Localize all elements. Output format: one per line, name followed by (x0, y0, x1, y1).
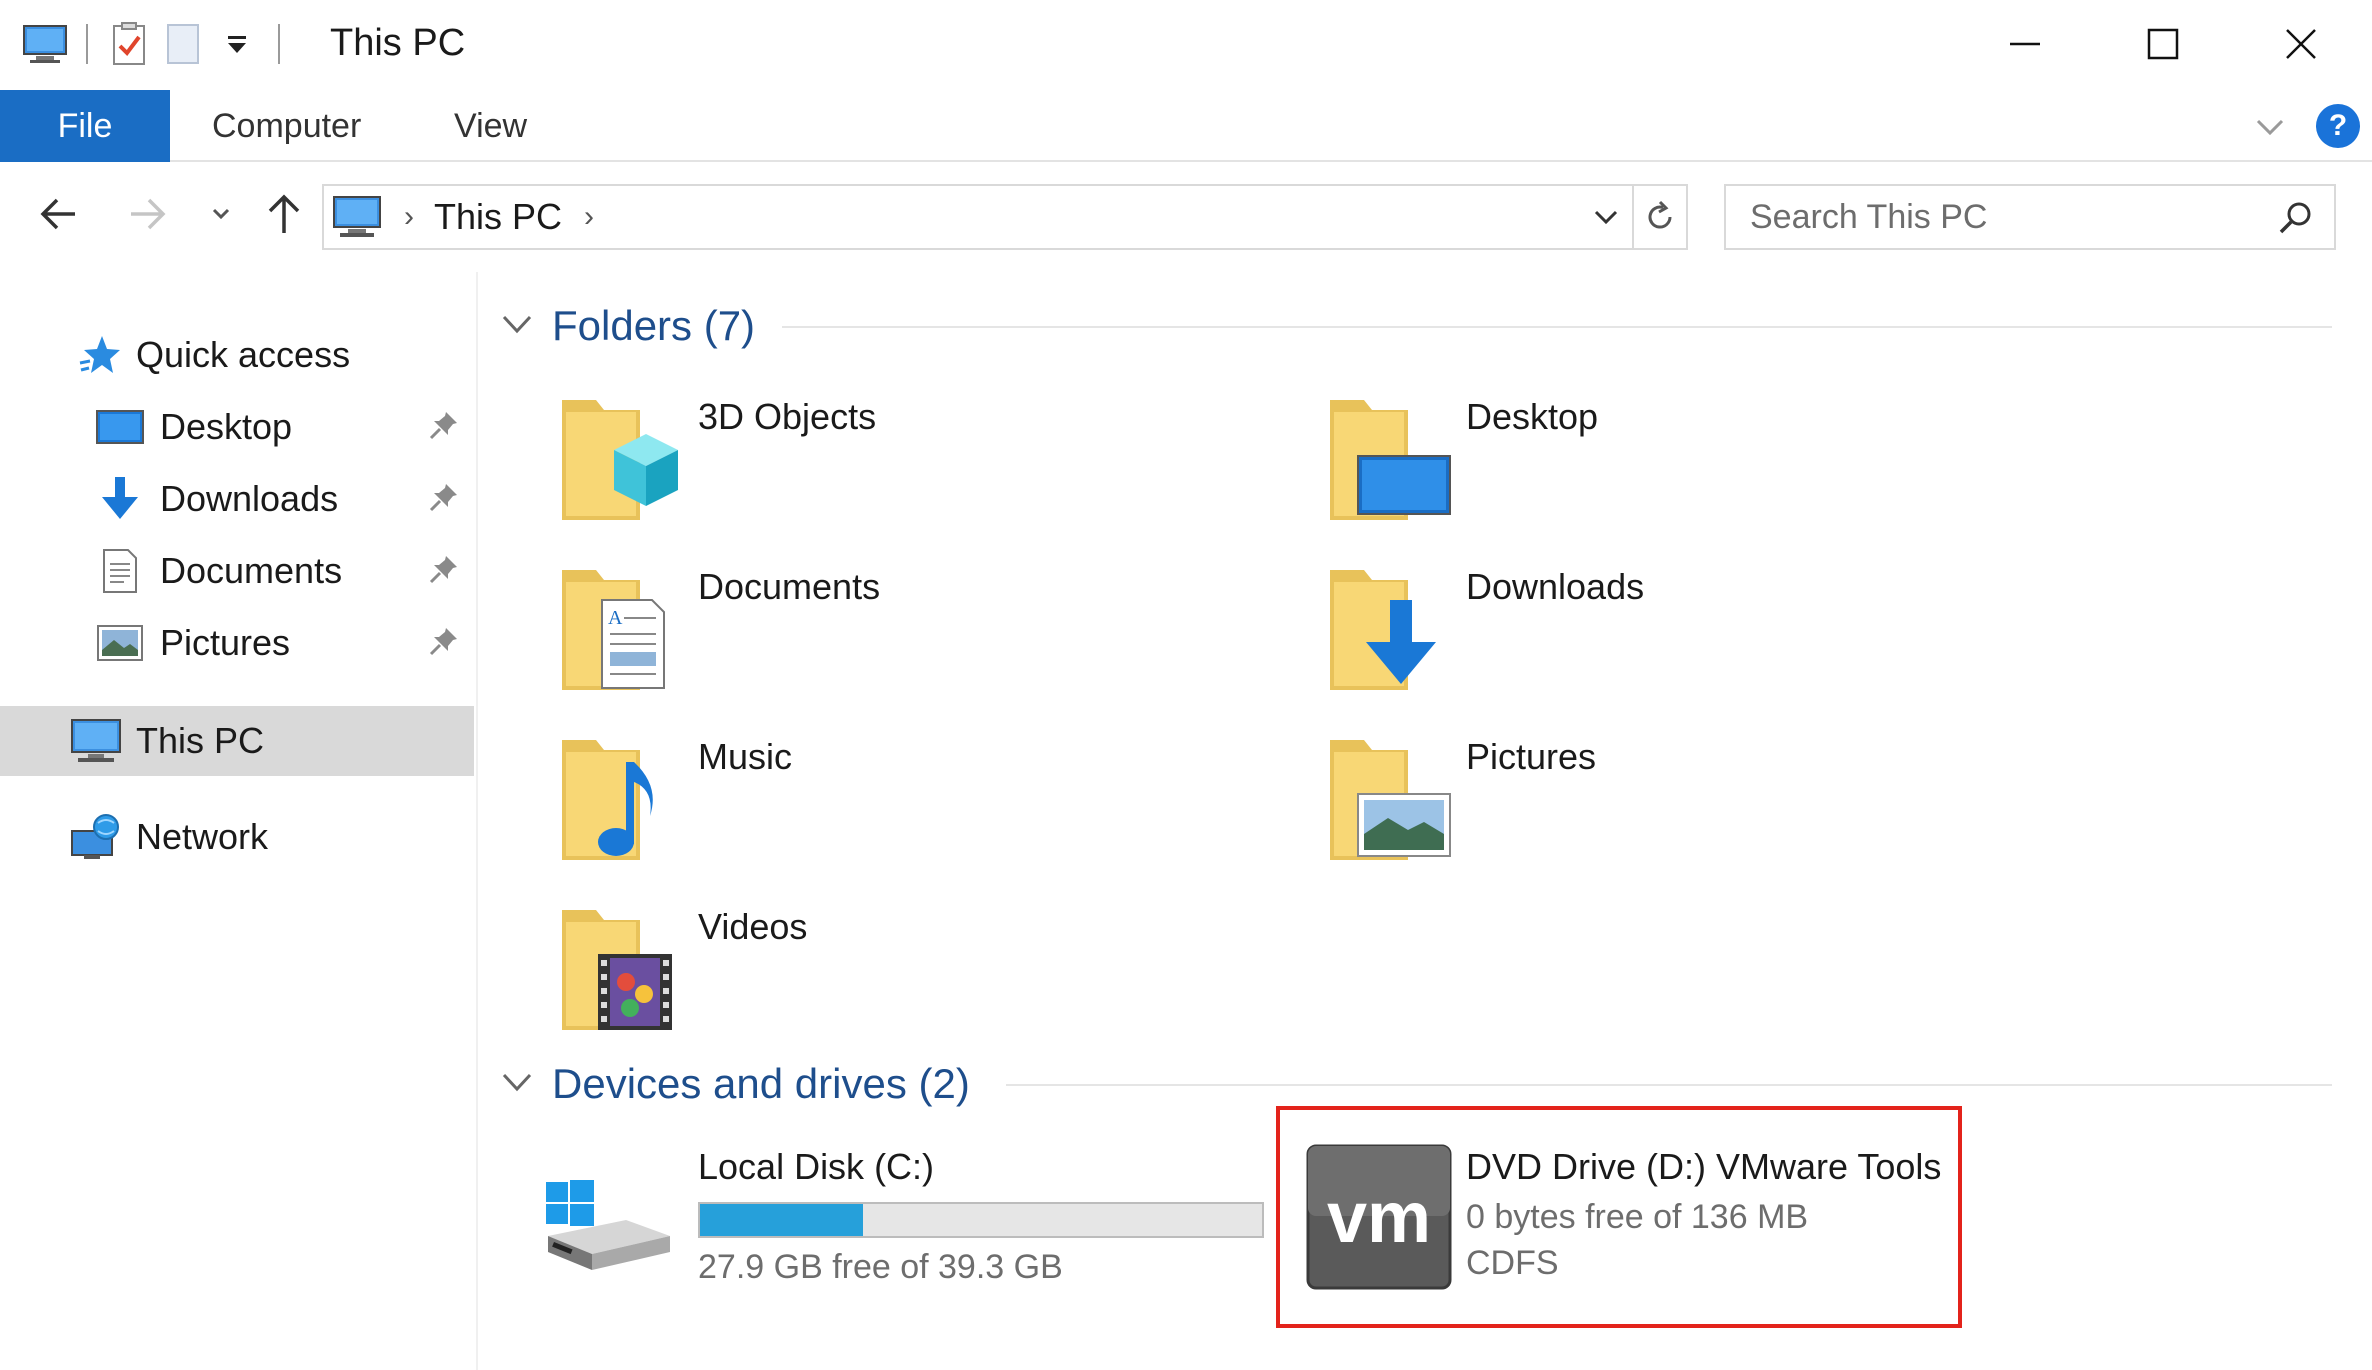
sidebar-item-label: Quick access (136, 334, 351, 375)
sidebar-item-label: Desktop (160, 406, 293, 447)
videos-folder-icon (560, 900, 690, 1040)
sidebar-item-label: Documents (160, 550, 343, 591)
star-icon (74, 329, 126, 381)
folder-3d-objects[interactable]: 3D Objects (560, 390, 1260, 540)
sidebar-item-desktop[interactable]: Desktop (0, 392, 474, 462)
group-divider (1006, 1084, 2332, 1086)
search-input[interactable] (1750, 197, 2250, 237)
sidebar-item-documents[interactable]: Documents (0, 536, 474, 606)
properties-icon[interactable] (102, 18, 156, 70)
search-icon[interactable] (2276, 198, 2316, 243)
group-divider (782, 326, 2332, 328)
computer-icon[interactable] (18, 18, 72, 70)
refresh-button[interactable] (1632, 186, 1686, 248)
group-title: Devices and drives (2) (552, 1060, 970, 1107)
svg-text:A: A (608, 607, 623, 629)
quick-access-toolbar (18, 18, 294, 70)
download-arrow-icon (94, 473, 146, 525)
folder-pictures[interactable]: Pictures (1328, 730, 2028, 880)
collapse-chevron-icon[interactable] (500, 307, 534, 346)
address-dropdown-button[interactable] (1582, 186, 1630, 248)
computer-icon (70, 715, 122, 767)
breadcrumb-separator-icon[interactable]: › (404, 200, 414, 234)
downloads-folder-icon (1328, 560, 1458, 700)
sidebar-item-network[interactable]: Network (0, 802, 474, 872)
folder-music[interactable]: Music (560, 730, 1260, 880)
pin-icon[interactable] (428, 409, 460, 446)
drive-usage-bar (698, 1202, 1264, 1238)
tab-computer[interactable]: Computer (212, 90, 361, 162)
drive-label: Local Disk (C:) (698, 1146, 935, 1187)
desktop-folder-icon (1328, 390, 1458, 530)
tab-view[interactable]: View (454, 90, 527, 162)
folder-label: Documents (698, 566, 881, 607)
devices-group-header[interactable]: Devices and drives (2) (500, 1054, 970, 1114)
ribbon-tabs: File Computer View ? (0, 90, 2372, 162)
close-button[interactable] (2232, 0, 2370, 88)
windows-drive-icon (540, 1140, 680, 1280)
window-title: This PC (330, 22, 466, 64)
maximize-button[interactable] (2094, 0, 2232, 88)
search-box[interactable] (1724, 184, 2336, 250)
network-icon (70, 811, 122, 863)
documents-folder-icon: A (560, 560, 690, 700)
address-bar[interactable]: › This PC › (322, 184, 1688, 250)
navigation-pane: Quick access Desktop Downloads Documents (0, 272, 478, 1370)
title-bar: This PC (0, 0, 2372, 88)
folder-label: Desktop (1466, 396, 1599, 437)
computer-icon (332, 195, 382, 239)
drive-local-disk-c[interactable]: Local Disk (C:) 27.9 GB free of 39.3 GB (540, 1140, 1264, 1290)
breadcrumb-separator-icon[interactable]: › (584, 200, 594, 234)
sidebar-item-label: Downloads (160, 478, 339, 519)
toolbar-separator (278, 24, 280, 64)
customize-toolbar-dropdown-icon[interactable] (210, 18, 264, 70)
sidebar-item-downloads[interactable]: Downloads (0, 464, 474, 534)
up-button[interactable] (254, 184, 314, 244)
sidebar-item-quick-access[interactable]: Quick access (0, 320, 474, 390)
drive-usage-fill (700, 1204, 863, 1236)
group-title: Folders (7) (552, 302, 756, 349)
folders-group-header[interactable]: Folders (7) (500, 296, 755, 356)
pin-icon[interactable] (428, 481, 460, 518)
forward-button[interactable] (118, 184, 178, 244)
pin-icon[interactable] (428, 625, 460, 662)
folder-videos[interactable]: Videos (560, 900, 1260, 1050)
minimize-button[interactable] (1956, 0, 2094, 88)
sidebar-item-label: This PC (136, 720, 265, 761)
new-folder-icon[interactable] (156, 18, 210, 70)
navigation-bar: › This PC › (0, 162, 2372, 272)
music-folder-icon (560, 730, 690, 870)
folder-label: Videos (698, 906, 808, 947)
collapse-chevron-icon[interactable] (500, 1065, 534, 1104)
folder-documents[interactable]: A Documents (560, 560, 1260, 710)
folder-label: Pictures (1466, 736, 1597, 777)
pin-icon[interactable] (428, 553, 460, 590)
folder-label: Music (698, 736, 793, 777)
sidebar-item-pictures[interactable]: Pictures (0, 608, 474, 678)
document-icon (94, 545, 146, 597)
3d-objects-folder-icon (560, 390, 690, 530)
back-button[interactable] (28, 184, 88, 244)
folder-label: 3D Objects (698, 396, 877, 437)
tab-file[interactable]: File (0, 90, 170, 162)
help-button[interactable]: ? (2316, 104, 2360, 148)
breadcrumb-this-pc[interactable]: This PC (434, 196, 562, 238)
folder-downloads[interactable]: Downloads (1328, 560, 2028, 710)
desktop-icon (94, 401, 146, 453)
sidebar-item-label: Pictures (160, 622, 291, 663)
folder-desktop[interactable]: Desktop (1328, 390, 2028, 540)
sidebar-item-this-pc[interactable]: This PC (0, 706, 474, 776)
picture-icon (94, 617, 146, 669)
folder-label: Downloads (1466, 566, 1645, 607)
sidebar-item-label: Network (136, 816, 269, 857)
expand-ribbon-chevron-icon[interactable] (2252, 108, 2288, 144)
toolbar-separator (86, 24, 88, 64)
selection-highlight (1276, 1106, 1962, 1328)
pictures-folder-icon (1328, 730, 1458, 870)
drive-free-space: 27.9 GB free of 39.3 GB (698, 1248, 1063, 1286)
recent-locations-dropdown[interactable] (194, 184, 248, 244)
